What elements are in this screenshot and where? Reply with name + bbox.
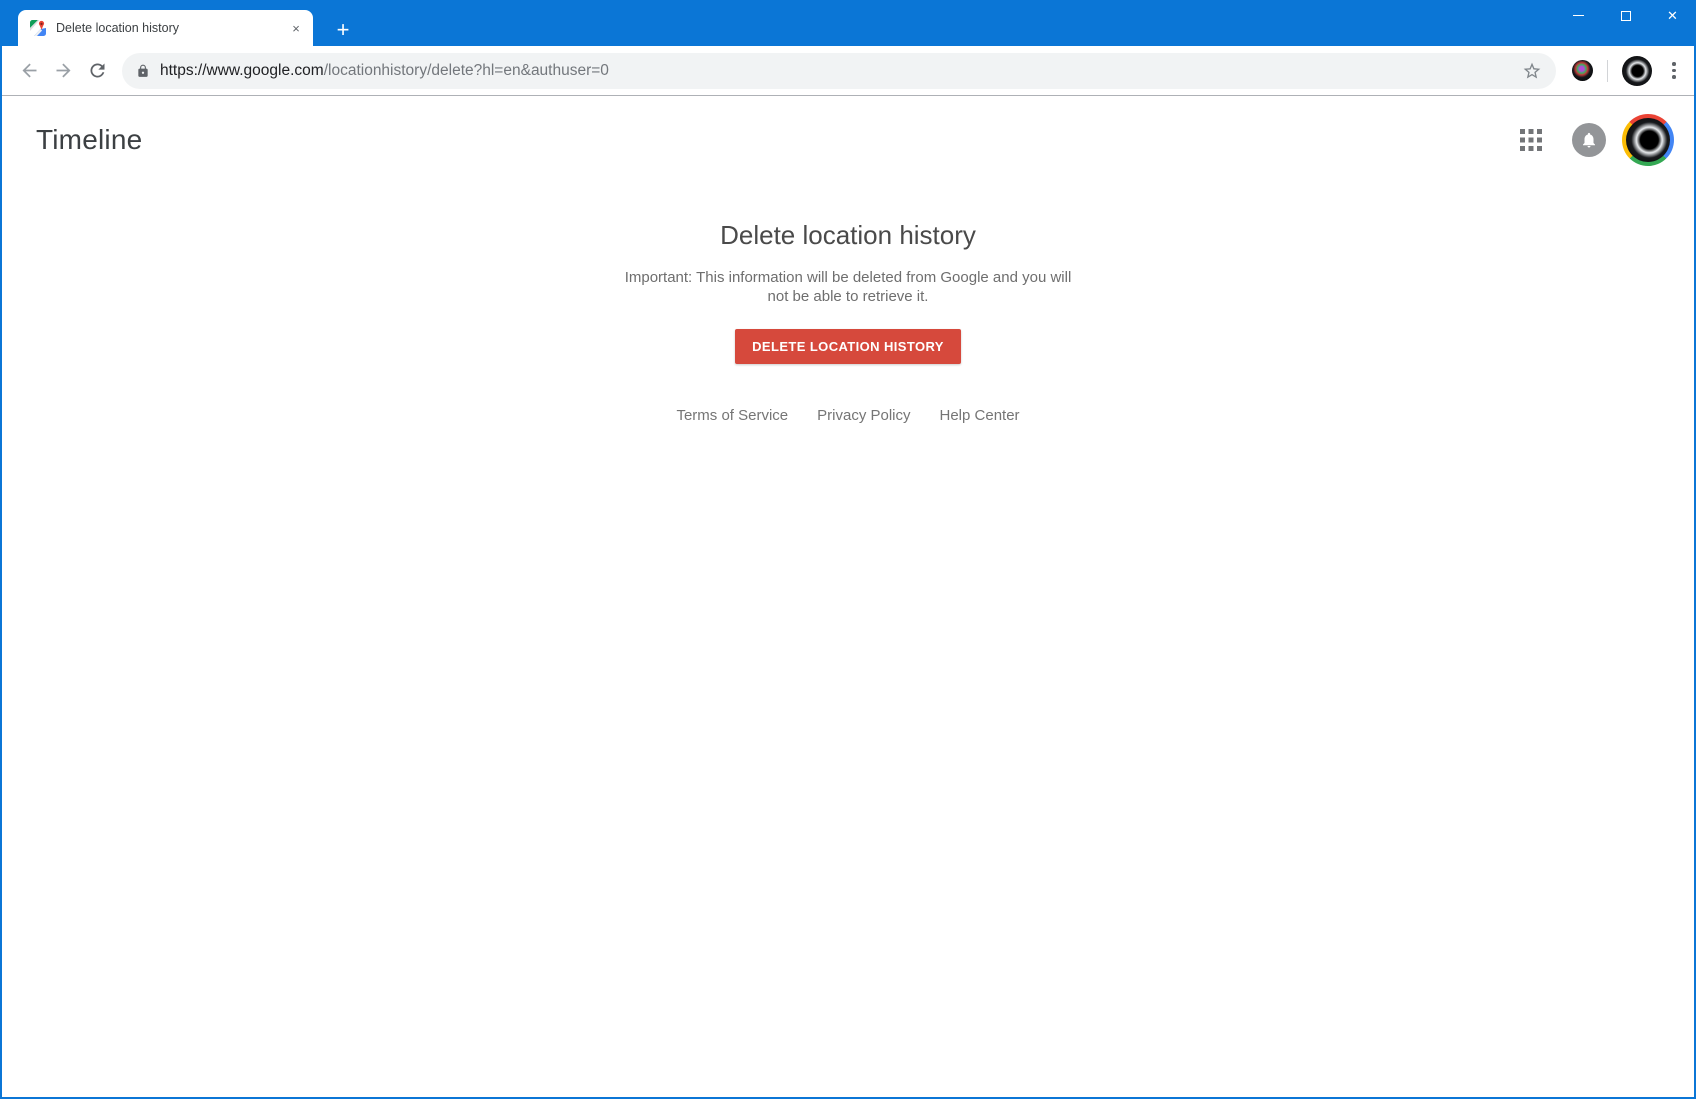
close-icon: ✕ bbox=[1667, 9, 1678, 22]
google-apps-grid-icon[interactable] bbox=[1520, 129, 1542, 151]
page-title: Timeline bbox=[36, 124, 142, 156]
bell-icon bbox=[1580, 131, 1598, 149]
page-body: Timeline Delete location history Importa… bbox=[0, 96, 1696, 1098]
help-center-link[interactable]: Help Center bbox=[940, 407, 1020, 424]
window-controls: ✕ bbox=[1555, 0, 1696, 31]
tab-title: Delete location history bbox=[56, 21, 287, 35]
minimize-icon bbox=[1573, 15, 1584, 17]
tab-close-icon[interactable]: × bbox=[287, 19, 305, 37]
address-bar[interactable]: https://www.google.com/locationhistory/d… bbox=[122, 53, 1556, 89]
star-icon bbox=[1522, 61, 1542, 81]
back-icon bbox=[19, 60, 40, 81]
account-avatar-photo bbox=[1626, 118, 1670, 162]
forward-icon bbox=[53, 60, 74, 81]
url-host: https://www.google.com bbox=[160, 62, 324, 79]
lock-icon[interactable] bbox=[136, 64, 150, 78]
reload-icon bbox=[87, 60, 108, 81]
footer-links: Terms of Service Privacy Policy Help Cen… bbox=[0, 407, 1696, 424]
notifications-button[interactable] bbox=[1572, 123, 1606, 157]
minimize-button[interactable] bbox=[1555, 0, 1602, 31]
browser-menu-icon[interactable] bbox=[1662, 59, 1686, 83]
browser-profile-avatar[interactable] bbox=[1622, 56, 1652, 86]
header-icons bbox=[1520, 114, 1674, 166]
url-path: /locationhistory/delete?hl=en&authuser=0 bbox=[324, 62, 609, 79]
toolbar-separator bbox=[1607, 60, 1608, 82]
new-tab-icon[interactable]: + bbox=[330, 17, 356, 43]
url-text: https://www.google.com/locationhistory/d… bbox=[160, 62, 609, 80]
maximize-button[interactable] bbox=[1602, 0, 1649, 31]
delete-location-history-button[interactable]: DELETE LOCATION HISTORY bbox=[735, 329, 961, 364]
back-button[interactable] bbox=[12, 54, 46, 88]
browser-toolbar: https://www.google.com/locationhistory/d… bbox=[0, 46, 1696, 96]
terms-of-service-link[interactable]: Terms of Service bbox=[676, 407, 788, 424]
main-content: Delete location history Important: This … bbox=[0, 220, 1696, 424]
forward-button[interactable] bbox=[46, 54, 80, 88]
reload-button[interactable] bbox=[80, 54, 114, 88]
privacy-policy-link[interactable]: Privacy Policy bbox=[817, 407, 910, 424]
page-header: Timeline bbox=[0, 96, 1696, 184]
google-maps-favicon bbox=[30, 20, 46, 36]
account-avatar[interactable] bbox=[1622, 114, 1674, 166]
browser-tab[interactable]: Delete location history × bbox=[18, 10, 313, 46]
main-title: Delete location history bbox=[0, 220, 1696, 250]
bookmark-star-button[interactable] bbox=[1522, 61, 1542, 81]
extension-icon[interactable] bbox=[1572, 60, 1593, 81]
warning-text: Important: This information will be dele… bbox=[619, 268, 1077, 306]
close-button[interactable]: ✕ bbox=[1649, 0, 1696, 31]
tab-strip: Delete location history × + ✕ bbox=[0, 0, 1696, 46]
maximize-icon bbox=[1621, 11, 1631, 21]
